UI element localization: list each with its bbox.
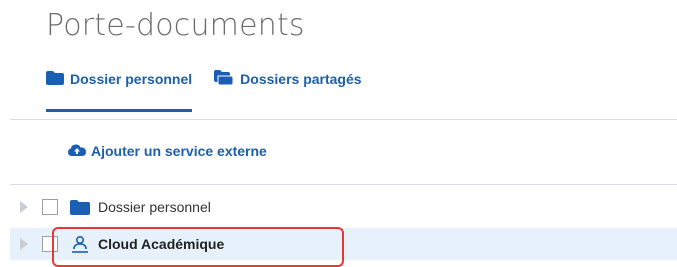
- tree-item-dossier-personnel[interactable]: Dossier personnel: [10, 191, 677, 223]
- row-checkbox[interactable]: [42, 236, 58, 252]
- tree-item-label: Cloud Académique: [98, 236, 225, 252]
- tab-label: Dossier personnel: [70, 71, 193, 87]
- tree-item-cloud-academique[interactable]: Cloud Académique: [10, 228, 677, 260]
- add-service-label: Ajouter un service externe: [91, 143, 267, 159]
- folder-icon: [70, 199, 90, 215]
- folders-icon: [214, 70, 234, 88]
- tree-item-label: Dossier personnel: [98, 199, 211, 215]
- row-checkbox[interactable]: [42, 199, 58, 215]
- folder-icon: [46, 70, 64, 88]
- list-divider: [10, 184, 677, 185]
- tab-dossier-personnel[interactable]: Dossier personnel: [46, 70, 193, 112]
- expand-arrow-icon[interactable]: [20, 201, 28, 213]
- tab-divider: [10, 119, 677, 120]
- expand-arrow-icon[interactable]: [20, 238, 28, 250]
- cloud-user-icon: [70, 235, 90, 253]
- cloud-upload-icon: [68, 143, 86, 159]
- page-title: Porte-documents: [46, 8, 305, 43]
- tab-dossiers-partages[interactable]: Dossiers partagés: [214, 70, 362, 112]
- add-external-service-button[interactable]: Ajouter un service externe: [68, 143, 267, 159]
- tab-label: Dossiers partagés: [240, 71, 362, 87]
- tab-bar: Dossier personnel Dossiers partagés: [46, 70, 362, 112]
